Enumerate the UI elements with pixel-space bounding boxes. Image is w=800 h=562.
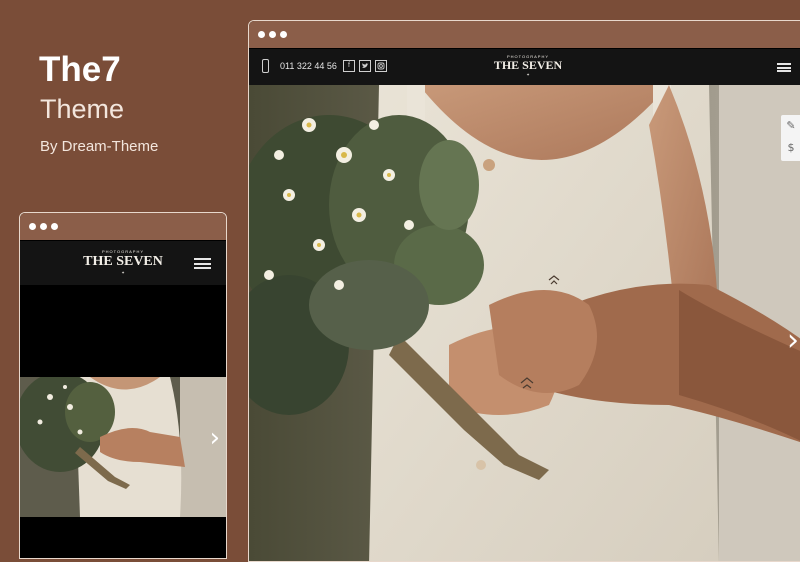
phone-number[interactable]: 011 322 44 56 — [280, 61, 337, 71]
mobile-site-header: PHOTOGRAPHY THE SEVEN ✦ — [20, 241, 226, 285]
desktop-browser-window: 011 322 44 56 f PHOTOGRAPHY THE SEVEN ✦ — [248, 20, 800, 562]
window-dot-icon — [269, 31, 276, 38]
hero-photo — [249, 85, 800, 561]
side-tools-panel: ✎ $ — [781, 115, 800, 161]
logo-ornament: ✦ — [121, 270, 125, 275]
hero-subtitle: Theme — [40, 94, 125, 124]
mobile-site-logo[interactable]: PHOTOGRAPHY THE SEVEN ✦ — [78, 249, 168, 275]
desktop-window-chrome — [249, 21, 800, 48]
next-slide-arrow[interactable]: › — [787, 326, 799, 356]
window-dot-icon — [280, 31, 287, 38]
window-dots — [29, 213, 58, 240]
hamburger-icon[interactable] — [777, 63, 791, 72]
facebook-icon[interactable]: f — [343, 60, 355, 72]
twitter-icon[interactable] — [359, 60, 371, 72]
logo-name: THE SEVEN — [493, 58, 563, 72]
site-logo[interactable]: PHOTOGRAPHY THE SEVEN ✦ — [493, 54, 563, 77]
window-dot-icon — [40, 223, 47, 230]
mobile-browser-window: PHOTOGRAPHY THE SEVEN ✦ › — [19, 212, 227, 559]
wrench-icon[interactable]: ✎ — [781, 115, 800, 137]
phone-icon — [262, 59, 269, 73]
window-dot-icon — [29, 223, 36, 230]
window-dot-icon — [51, 223, 58, 230]
hamburger-icon[interactable] — [194, 258, 211, 269]
hero-title: The7 — [39, 50, 121, 89]
hero-byline: By Dream-Theme — [40, 138, 159, 155]
mobile-next-slide-arrow[interactable]: › — [210, 425, 220, 451]
mobile-window-chrome — [20, 213, 226, 240]
site-header: 011 322 44 56 f PHOTOGRAPHY THE SEVEN ✦ — [249, 49, 800, 85]
window-dot-icon — [258, 31, 265, 38]
logo-name: THE SEVEN — [83, 254, 163, 269]
mobile-hero-photo: › — [20, 377, 226, 517]
dollar-icon[interactable]: $ — [781, 137, 800, 159]
logo-ornament: ✦ — [526, 72, 530, 77]
window-dots — [258, 21, 287, 48]
instagram-icon[interactable] — [375, 60, 387, 72]
